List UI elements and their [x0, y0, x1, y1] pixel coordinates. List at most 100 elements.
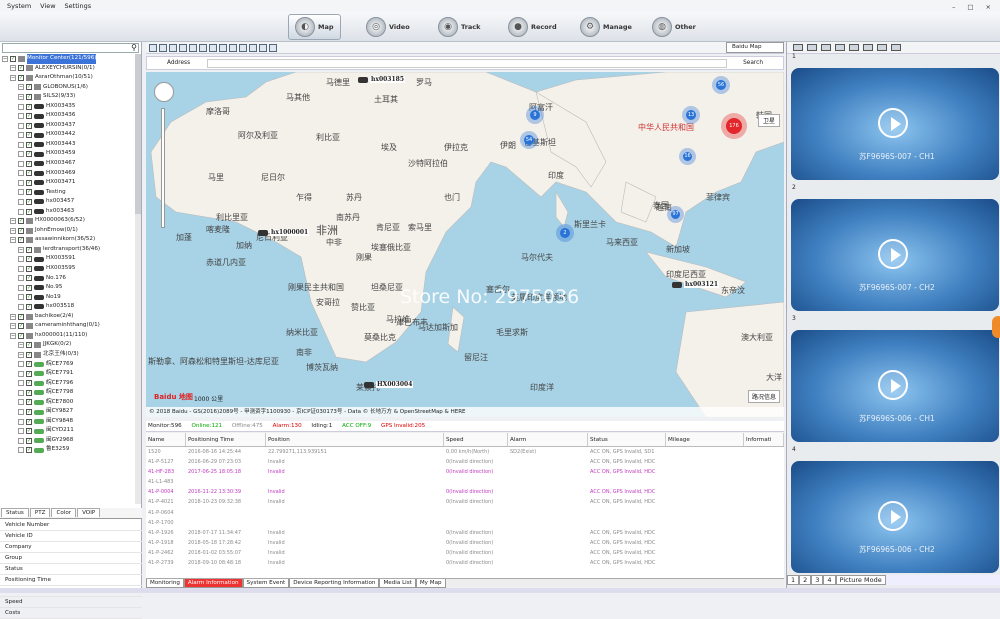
expand-icon[interactable]: − — [18, 342, 24, 349]
table-row[interactable]: 41-P-1700 — [146, 518, 784, 528]
toolbar-record-button[interactable]: ● Record — [508, 14, 557, 40]
node-checkbox[interactable]: ✓ — [26, 303, 32, 310]
layout-16-icon[interactable] — [835, 44, 845, 51]
tree-node[interactable]: ✓ 皖CE7800 — [0, 398, 136, 408]
table-row[interactable]: 41-P-2462 2018-01-02 03:55:07 Invalid 0(Inv… — [146, 548, 784, 558]
map-pan-control[interactable] — [154, 82, 174, 102]
node-checkbox[interactable]: ✓ — [10, 55, 16, 62]
toolbar-other-button[interactable]: ◍ Other — [652, 14, 696, 40]
tree-node[interactable]: ✓ No19 — [0, 293, 136, 303]
node-checkbox[interactable]: ✓ — [26, 122, 32, 129]
expand-icon[interactable] — [18, 141, 24, 148]
expand-icon[interactable]: − — [10, 74, 16, 81]
expand-icon[interactable] — [18, 428, 24, 435]
bottom-tab[interactable]: System Event — [242, 579, 290, 588]
expand-icon[interactable] — [18, 256, 24, 263]
expand-icon[interactable]: − — [10, 227, 16, 234]
zoom-in-icon[interactable] — [149, 43, 157, 52]
table-row[interactable]: 41-HF-283 2017-06-25 18:05:18 Invalid 0(Inv… — [146, 467, 784, 477]
vehicle-cluster[interactable]: 56 — [716, 80, 726, 90]
line-icon[interactable] — [229, 43, 237, 52]
expand-icon[interactable]: − — [18, 351, 24, 358]
layout-4-icon[interactable] — [807, 44, 817, 51]
node-checkbox[interactable]: ✓ — [18, 65, 24, 72]
tree-node[interactable]: ✓ HX003469 — [0, 169, 136, 179]
video-page-tab[interactable]: 1 — [787, 575, 800, 585]
table-row[interactable]: 41-P-1918 2018-05-18 17:28:42 Invalid 0(Inv… — [146, 538, 784, 548]
node-checkbox[interactable]: ✓ — [26, 399, 32, 406]
column-header[interactable]: Speed — [444, 433, 508, 446]
scrollbar-thumb[interactable] — [135, 54, 141, 214]
toolbar-manage-button[interactable]: ⚙ Manage — [580, 14, 632, 40]
node-checkbox[interactable]: ✓ — [18, 227, 24, 234]
layer-icon[interactable] — [249, 43, 257, 52]
expand-icon[interactable] — [18, 303, 24, 310]
vehicle-cluster[interactable]: 16 — [683, 152, 692, 161]
expand-icon[interactable]: − — [18, 246, 24, 253]
vehicle-marker-icon[interactable] — [364, 382, 374, 388]
column-header[interactable]: Alarm — [508, 433, 588, 446]
map-zoom-slider[interactable] — [161, 108, 165, 228]
tree-node[interactable]: ✓ hx003457 — [0, 197, 136, 207]
node-checkbox[interactable]: ✓ — [26, 361, 32, 368]
tree-node[interactable]: ✓ HX003591 — [0, 254, 136, 264]
node-checkbox[interactable]: ✓ — [26, 198, 32, 205]
tree-node[interactable]: ✓ HX003459 — [0, 149, 136, 159]
tree-node[interactable]: ✓ No.95 — [0, 283, 136, 293]
expand-icon[interactable] — [18, 132, 24, 139]
tree-scrollbar[interactable] — [135, 54, 141, 504]
node-checkbox[interactable]: ✓ — [26, 294, 32, 301]
node-checkbox[interactable]: ✓ — [26, 351, 32, 358]
video-screen[interactable]: 苏F9696S-006 - CH2 — [791, 461, 999, 573]
expand-icon[interactable]: − — [10, 323, 16, 330]
bottom-tab[interactable]: My Map — [415, 579, 446, 588]
tree-node[interactable]: ✓ 鲁E3259 — [0, 445, 136, 455]
node-checkbox[interactable]: ✓ — [26, 284, 32, 291]
video-page-tab[interactable]: Picture Mode — [835, 575, 886, 585]
video-channel[interactable]: 3 苏F9696S-006 - CH1 — [791, 315, 999, 442]
expand-icon[interactable] — [18, 103, 24, 110]
expand-icon[interactable] — [18, 380, 24, 387]
tree-node[interactable]: ✓ 闽CY9827 — [0, 407, 136, 417]
stop-all-icon[interactable] — [891, 44, 901, 51]
play-icon[interactable] — [878, 501, 908, 531]
tree-node[interactable]: − ✓ lerdtransport(36/46) — [0, 245, 136, 255]
bottom-tab[interactable]: Device Reporting Information — [289, 579, 380, 588]
play-icon[interactable] — [878, 108, 908, 138]
table-row[interactable]: 41-P-5127 2016-06-29 07:23:03 Invalid 0(Inv… — [146, 457, 784, 467]
close-icon[interactable]: × — [986, 3, 996, 11]
tree-node[interactable]: − ✓ cameraminhthang(0/1) — [0, 321, 136, 331]
vehicle-marker-icon[interactable] — [258, 230, 268, 236]
world-map[interactable]: 土耳其 马其他 摩洛哥 阿尔及利亚 利比亚 埃及 伊拉克 伊朗 阿富汗 巴基斯坦 印度 中华人民共和国… — [146, 72, 784, 417]
node-checkbox[interactable]: ✓ — [26, 256, 32, 263]
expand-icon[interactable] — [18, 122, 24, 129]
menu-settings[interactable]: Settings — [65, 2, 92, 10]
tree-node[interactable]: ✓ HX003471 — [0, 178, 136, 188]
satellite-toggle[interactable]: 卫星 — [757, 114, 780, 127]
measure-icon[interactable] — [179, 43, 187, 52]
toolbar-map-button[interactable]: ◐ Map — [288, 14, 341, 40]
expand-icon[interactable] — [18, 418, 24, 425]
tab-color[interactable]: Color — [51, 508, 77, 517]
video-channel[interactable]: 1 苏F9696S-007 - CH1 — [791, 53, 999, 180]
expand-icon[interactable] — [18, 170, 24, 177]
expand-icon[interactable]: − — [10, 313, 16, 320]
table-row[interactable]: 41-L1-483 — [146, 477, 784, 487]
video-screen[interactable]: 苏F9696S-007 - CH2 — [791, 199, 999, 311]
node-checkbox[interactable]: ✓ — [26, 189, 32, 196]
tree-node[interactable]: ✓ 闽GY2968 — [0, 436, 136, 446]
node-checkbox[interactable]: ✓ — [26, 418, 32, 425]
expand-icon[interactable]: − — [2, 55, 8, 62]
toolbar-track-button[interactable]: ◉ Track — [438, 14, 481, 40]
tree-node[interactable]: ✓ 皖CE7791 — [0, 369, 136, 379]
expand-icon[interactable] — [18, 179, 24, 186]
expand-icon[interactable]: − — [10, 65, 16, 72]
tree-node[interactable]: ✓ HX003435 — [0, 102, 136, 112]
node-checkbox[interactable]: ✓ — [26, 132, 32, 139]
expand-icon[interactable] — [18, 389, 24, 396]
vehicle-cluster[interactable]: 2 — [560, 228, 570, 238]
tab-voip[interactable]: VOIP — [77, 508, 101, 517]
circle-icon[interactable] — [199, 43, 207, 52]
expand-icon[interactable]: − — [10, 332, 16, 339]
bottom-tab[interactable]: Alarm Information — [183, 579, 243, 588]
